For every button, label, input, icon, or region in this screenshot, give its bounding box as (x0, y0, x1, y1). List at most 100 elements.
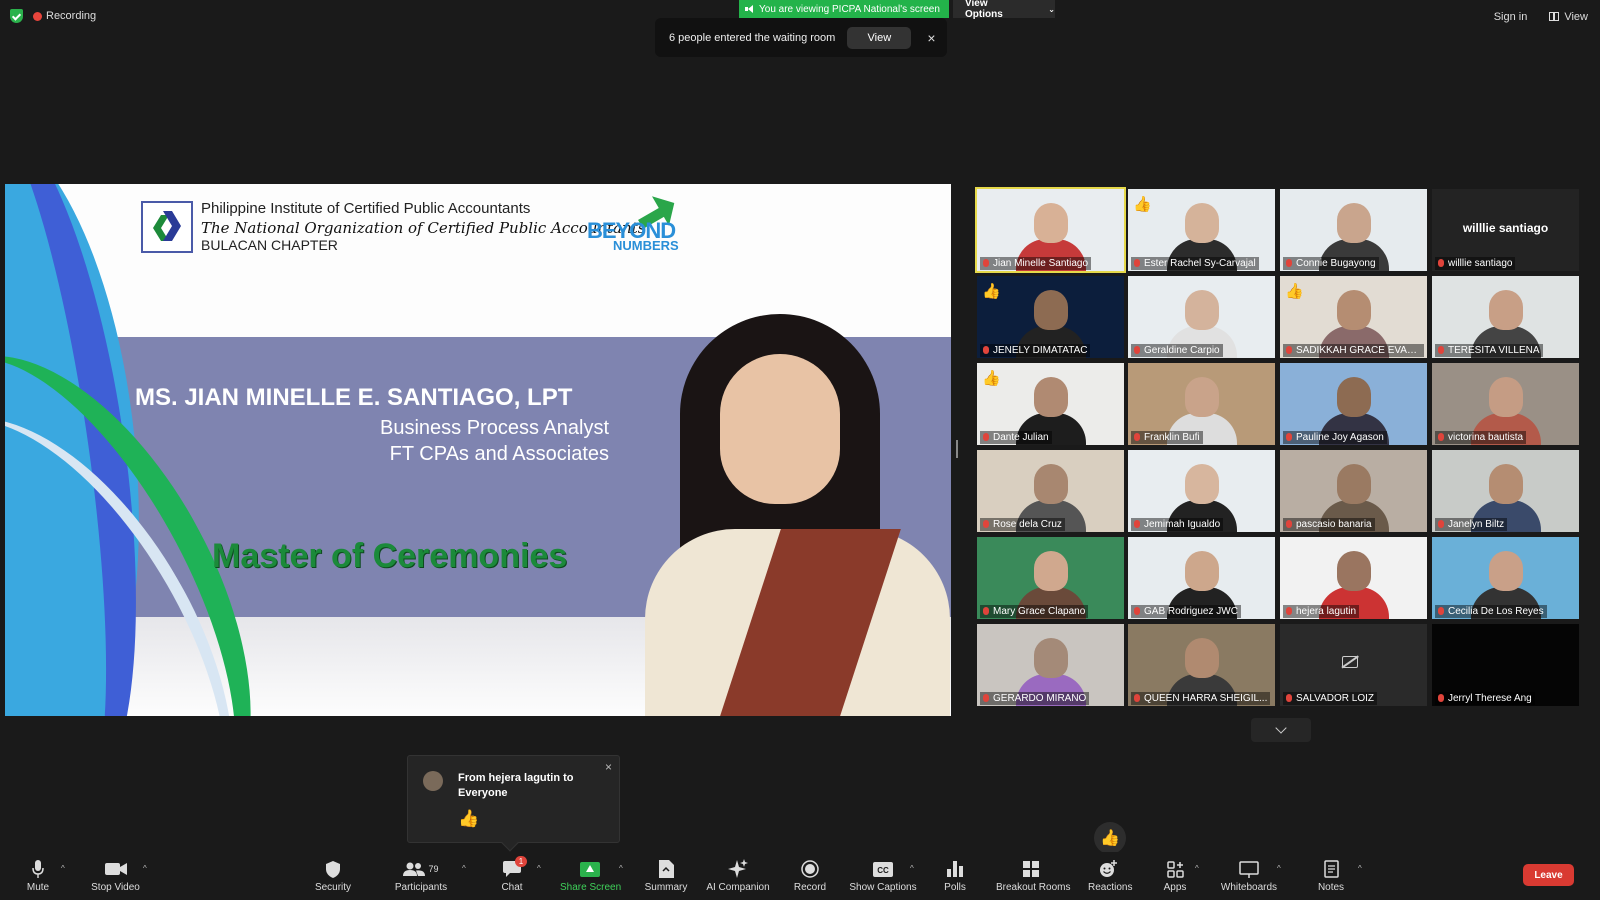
participant-name: Dante Julian (980, 431, 1052, 444)
floating-reaction: 👍 (1094, 822, 1126, 854)
polls-button[interactable]: Polls (943, 859, 967, 893)
participant-tile[interactable]: TERESITA VILLENA (1432, 276, 1579, 358)
reactions-button[interactable]: Reactions (1088, 859, 1132, 893)
thumbs-up-reaction: 👍 (982, 283, 1001, 300)
participant-name: Jerryl Therese Ang (1435, 692, 1535, 705)
whiteboards-options-caret[interactable]: ^ (1277, 864, 1281, 873)
sign-in-button[interactable]: Sign in (1494, 11, 1528, 23)
muted-mic-icon (1438, 694, 1444, 702)
participant-tile[interactable]: SALVADOR LOIZ (1280, 624, 1427, 706)
summary-button[interactable]: Summary (642, 859, 690, 893)
participant-tile[interactable]: victorina bautista (1432, 363, 1579, 445)
muted-mic-icon (1286, 259, 1292, 267)
security-button[interactable]: Security (313, 859, 353, 893)
leave-button[interactable]: Leave (1523, 864, 1574, 886)
participants-options-caret[interactable]: ^ (462, 864, 466, 873)
breakout-rooms-button[interactable]: Breakout Rooms (996, 859, 1070, 893)
stop-video-button[interactable]: Stop Video (88, 859, 143, 893)
speaker-portrait (630, 314, 950, 716)
view-layout-icon (1549, 12, 1560, 21)
grid-icon (996, 859, 1066, 879)
chat-close-icon[interactable]: × (605, 760, 612, 774)
microphone-icon (23, 859, 53, 879)
participant-tile[interactable]: Connie Bugayong (1280, 189, 1427, 271)
captions-options-caret[interactable]: ^ (910, 864, 914, 873)
participant-tile[interactable]: Mary Grace Clapano (977, 537, 1124, 619)
participant-tile[interactable]: Rose dela Cruz (977, 450, 1124, 532)
participant-tile[interactable]: 👍 Dante Julian (977, 363, 1124, 445)
gallery-next-page-button[interactable] (1251, 718, 1311, 742)
participant-name: Connie Bugayong (1283, 257, 1379, 270)
ai-companion-button[interactable]: AI Companion (704, 859, 772, 893)
view-options-button[interactable]: View Options ⌄ (953, 0, 1055, 20)
participant-tile[interactable]: Pauline Joy Agason (1280, 363, 1427, 445)
participant-tile[interactable]: Janelyn Biltz (1432, 450, 1579, 532)
participant-tile[interactable]: 👍 SADIKKAH GRACE EVAN... (1280, 276, 1427, 358)
slide-title: Master of Ceremonies (212, 537, 568, 575)
participant-name: Cecilia De Los Reyes (1435, 605, 1547, 618)
panel-resize-handle[interactable] (956, 440, 958, 458)
notes-options-caret[interactable]: ^ (1358, 864, 1362, 873)
participant-display-name: willlie santiago (1462, 221, 1549, 235)
participant-name: GERARDO MIRANO (980, 692, 1090, 705)
participant-tile[interactable]: hejera lagutin (1280, 537, 1427, 619)
participants-button[interactable]: 79 Participants (392, 859, 450, 893)
share-options-caret[interactable]: ^ (619, 864, 623, 873)
waiting-room-text: 6 people entered the waiting room (669, 31, 836, 44)
participant-tile[interactable]: Cecilia De Los Reyes (1432, 537, 1579, 619)
muted-mic-icon (983, 346, 989, 354)
camera-off-icon (1342, 656, 1358, 668)
participant-name: Rose dela Cruz (980, 518, 1065, 531)
participant-tile[interactable]: Geraldine Carpio (1128, 276, 1275, 358)
waiting-room-view-button[interactable]: View (847, 26, 912, 49)
participant-tile[interactable]: willlie santiago willlie santiago (1432, 189, 1579, 271)
whiteboards-button[interactable]: Whiteboards (1220, 859, 1278, 893)
participant-tile[interactable]: GAB Rodriguez JWC (1128, 537, 1275, 619)
speaker-icon (745, 5, 754, 13)
video-options-caret[interactable]: ^ (143, 864, 147, 873)
participant-name: Geraldine Carpio (1131, 344, 1223, 357)
view-options-label: View Options (965, 0, 1003, 20)
show-captions-button[interactable]: CC Show Captions (849, 859, 917, 893)
notes-button[interactable]: Notes (1317, 859, 1345, 893)
participant-name: Ester Rachel Sy-Carvajal (1131, 257, 1259, 270)
participant-tile[interactable]: 👍 JENELY DIMATATAC (977, 276, 1124, 358)
record-button[interactable]: Record (792, 859, 828, 893)
participant-tile[interactable]: QUEEN HARRA SHEIGIL... (1128, 624, 1275, 706)
beyond-numbers-logo: BEYOND NUMBERS (587, 196, 687, 266)
waiting-room-close-icon[interactable]: × (927, 30, 935, 46)
thumbs-up-reaction: 👍 (1285, 283, 1304, 300)
participant-name: Pauline Joy Agason (1283, 431, 1387, 444)
participant-tile[interactable]: GERARDO MIRANO (977, 624, 1124, 706)
muted-mic-icon (983, 607, 989, 615)
chat-notification[interactable]: From hejera lagutin to Everyone 👍 × (407, 755, 620, 852)
muted-mic-icon (1438, 607, 1444, 615)
participant-tile[interactable]: Jian Minelle Santiago (975, 187, 1126, 273)
participant-name: Franklin Bufi (1131, 431, 1203, 444)
chat-button[interactable]: 1 Chat (498, 856, 528, 893)
participant-name: Janelyn Biltz (1435, 518, 1508, 531)
view-button[interactable]: View (1549, 11, 1588, 23)
participant-name: Jemimah Igualdo (1131, 518, 1224, 531)
thumbs-up-reaction: 👍 (1133, 196, 1152, 213)
people-icon: 79 (392, 859, 450, 879)
recording-indicator[interactable]: Recording (10, 9, 96, 23)
mute-button[interactable]: Mute (23, 859, 53, 893)
muted-mic-icon (1286, 433, 1292, 441)
viewing-banner-text: You are viewing PICPA National's screen (759, 3, 940, 15)
participant-tile[interactable]: pascasio banaria (1280, 450, 1427, 532)
mute-options-caret[interactable]: ^ (61, 864, 65, 873)
viewing-banner: You are viewing PICPA National's screen (739, 0, 949, 18)
participant-tile[interactable]: Franklin Bufi (1128, 363, 1275, 445)
apps-button[interactable]: Apps (1163, 859, 1187, 893)
muted-mic-icon (1286, 346, 1292, 354)
apps-options-caret[interactable]: ^ (1195, 864, 1199, 873)
participant-tile[interactable]: Jerryl Therese Ang (1432, 624, 1579, 706)
participant-tile[interactable]: 👍 Ester Rachel Sy-Carvajal (1128, 189, 1275, 271)
shield-icon (313, 859, 353, 879)
document-icon (642, 859, 690, 879)
participant-tile[interactable]: Jemimah Igualdo (1128, 450, 1275, 532)
share-screen-button[interactable]: Share Screen (560, 859, 621, 893)
chat-options-caret[interactable]: ^ (537, 864, 541, 873)
participant-name: JENELY DIMATATAC (980, 344, 1091, 357)
